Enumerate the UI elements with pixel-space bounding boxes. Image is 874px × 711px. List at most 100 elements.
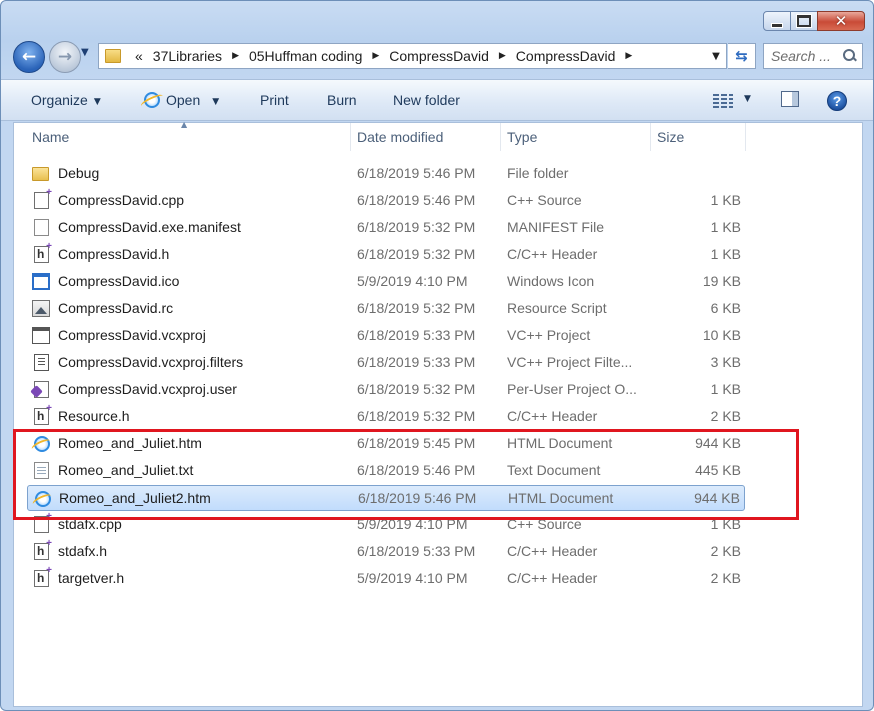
address-dropdown-icon[interactable]: ▼ — [706, 51, 726, 62]
file-type: Resource Script — [507, 300, 607, 316]
file-size: 6 KB — [710, 300, 741, 316]
arrow-left-icon: ← — [21, 47, 37, 67]
breadcrumb-item[interactable]: 37Libraries — [147, 48, 228, 64]
file-row[interactable]: targetver.h 5/9/2019 4:10 PM C/C++ Header 2… — [27, 565, 745, 592]
file-type: File folder — [507, 165, 569, 181]
forward-button[interactable]: → — [49, 41, 81, 73]
open-button[interactable]: Open ▼ — [144, 92, 219, 108]
file-size: 2 KB — [710, 570, 741, 586]
burn-button[interactable]: Burn — [327, 92, 357, 108]
file-type: VC++ Project — [507, 327, 591, 343]
internet-explorer-icon — [144, 92, 160, 108]
file-name: CompressDavid.vcxproj — [58, 327, 206, 343]
column-divider[interactable] — [500, 123, 501, 151]
search-input[interactable]: Search ... — [764, 48, 843, 64]
column-header-size[interactable]: Size — [657, 129, 684, 145]
breadcrumb-separator-icon[interactable]: ▶ — [495, 51, 510, 61]
file-row[interactable]: CompressDavid.rc 6/18/2019 5:32 PM Resourc… — [27, 296, 745, 322]
file-row[interactable]: Resource.h 6/18/2019 5:32 PM C/C++ Header 2… — [27, 403, 745, 430]
text-file-icon — [34, 462, 49, 479]
file-name: CompressDavid.exe.manifest — [58, 219, 241, 235]
file-row[interactable]: CompressDavid.ico 5/9/2019 4:10 PM Windows… — [27, 269, 745, 295]
file-date-modified: 6/18/2019 5:46 PM — [357, 165, 476, 181]
file-date-modified: 6/18/2019 5:32 PM — [357, 219, 476, 235]
folder-icon — [32, 167, 49, 181]
column-divider[interactable] — [350, 123, 351, 151]
view-dropdown-icon[interactable]: ▼ — [744, 94, 751, 104]
column-divider[interactable] — [745, 123, 746, 151]
view-options-icon[interactable] — [713, 92, 733, 108]
file-size: 1 KB — [710, 246, 741, 262]
file-row[interactable]: Romeo_and_Juliet2.htm 6/18/2019 5:46 PM HT… — [27, 485, 745, 511]
breadcrumb-item[interactable]: CompressDavid — [510, 48, 622, 64]
help-icon[interactable]: ? — [827, 91, 847, 111]
column-header-name[interactable]: Name — [32, 129, 69, 145]
file-name: stdafx.cpp — [58, 516, 122, 532]
sort-ascending-icon: ▲ — [181, 120, 188, 129]
refresh-button[interactable]: ⇆ — [728, 43, 756, 69]
print-button[interactable]: Print — [260, 92, 289, 108]
file-type: C/C++ Header — [507, 543, 598, 559]
file-name: Romeo_and_Juliet.htm — [58, 435, 202, 451]
file-size: 944 KB — [694, 490, 740, 506]
file-date-modified: 6/18/2019 5:32 PM — [357, 246, 476, 262]
refresh-icon: ⇆ — [735, 47, 748, 65]
file-type: C/C++ Header — [507, 570, 598, 586]
column-divider[interactable] — [650, 123, 651, 151]
recent-pages-dropdown[interactable]: ▼ — [81, 47, 89, 58]
folder-icon — [105, 49, 121, 63]
file-row[interactable]: CompressDavid.exe.manifest 6/18/2019 5:32… — [27, 215, 745, 241]
breadcrumb-separator-icon[interactable]: ▶ — [228, 51, 243, 61]
maximize-icon — [797, 15, 811, 27]
file-date-modified: 5/9/2019 4:10 PM — [357, 516, 468, 532]
breadcrumb-separator-icon[interactable]: ▶ — [621, 51, 636, 61]
breadcrumb-item[interactable]: CompressDavid — [383, 48, 495, 64]
file-row[interactable]: Debug 6/18/2019 5:46 PM File folder — [27, 161, 745, 187]
command-bar: Organize ▼ Open ▼ Print Burn New folder ▼ … — [1, 79, 873, 121]
organize-button[interactable]: Organize ▼ — [31, 92, 101, 108]
breadcrumb-overflow[interactable]: « — [131, 48, 147, 64]
close-button[interactable]: ✕ — [817, 11, 865, 31]
file-row[interactable]: CompressDavid.h 6/18/2019 5:32 PM C/C++ He… — [27, 241, 745, 268]
back-button[interactable]: ← — [13, 41, 45, 73]
file-type: HTML Document — [507, 435, 613, 451]
breadcrumb-item[interactable]: 05Huffman coding — [243, 48, 368, 64]
file-name: Debug — [58, 165, 100, 181]
cpp-file-icon — [34, 511, 52, 533]
file-size: 19 KB — [702, 273, 741, 289]
file-size: 944 KB — [695, 435, 741, 451]
file-row[interactable]: CompressDavid.vcxproj 6/18/2019 5:33 PM VC… — [27, 323, 745, 349]
new-folder-button[interactable]: New folder — [393, 92, 460, 108]
file-row[interactable]: stdafx.h 6/18/2019 5:33 PM C/C++ Header 2 K… — [27, 538, 745, 565]
file-row[interactable]: Romeo_and_Juliet.txt 6/18/2019 5:46 PM Tex… — [27, 458, 745, 484]
minimize-button[interactable] — [763, 11, 791, 31]
preview-pane-icon[interactable] — [781, 91, 799, 107]
column-header-date[interactable]: Date modified — [357, 129, 443, 145]
file-row[interactable]: CompressDavid.cpp 6/18/2019 5:46 PM C++ So… — [27, 187, 745, 214]
file-date-modified: 6/18/2019 5:46 PM — [358, 490, 477, 506]
file-row[interactable]: CompressDavid.vcxproj.user 6/18/2019 5:32… — [27, 377, 745, 403]
file-date-modified: 5/9/2019 4:10 PM — [357, 273, 468, 289]
search-box[interactable]: Search ... — [763, 43, 863, 69]
file-date-modified: 6/18/2019 5:32 PM — [357, 408, 476, 424]
address-bar[interactable]: « 37Libraries ▶ 05Huffman coding ▶ Compr… — [98, 43, 727, 69]
file-row[interactable]: CompressDavid.vcxproj.filters 6/18/2019 5… — [27, 350, 745, 376]
header-file-icon — [34, 403, 52, 425]
column-header-type[interactable]: Type — [507, 129, 537, 145]
file-type: Windows Icon — [507, 273, 595, 289]
file-date-modified: 6/18/2019 5:32 PM — [357, 300, 476, 316]
file-name: CompressDavid.rc — [58, 300, 174, 316]
maximize-button[interactable] — [790, 11, 818, 31]
resource-file-icon — [32, 300, 50, 317]
minimize-icon — [771, 22, 783, 28]
file-type: C/C++ Header — [507, 246, 598, 262]
breadcrumb-separator-icon[interactable]: ▶ — [368, 51, 383, 61]
file-row[interactable]: Romeo_and_Juliet.htm 6/18/2019 5:45 PM HTM… — [27, 431, 745, 457]
file-name: Romeo_and_Juliet.txt — [58, 462, 194, 478]
file-name: CompressDavid.vcxproj.user — [58, 381, 237, 397]
file-row[interactable]: stdafx.cpp 5/9/2019 4:10 PM C++ Source 1 KB — [27, 511, 745, 538]
column-headers: ▲ Name Date modified Type Size — [14, 120, 862, 151]
filters-file-icon — [34, 354, 49, 371]
file-size: 1 KB — [710, 192, 741, 208]
file-size: 10 KB — [702, 327, 741, 343]
